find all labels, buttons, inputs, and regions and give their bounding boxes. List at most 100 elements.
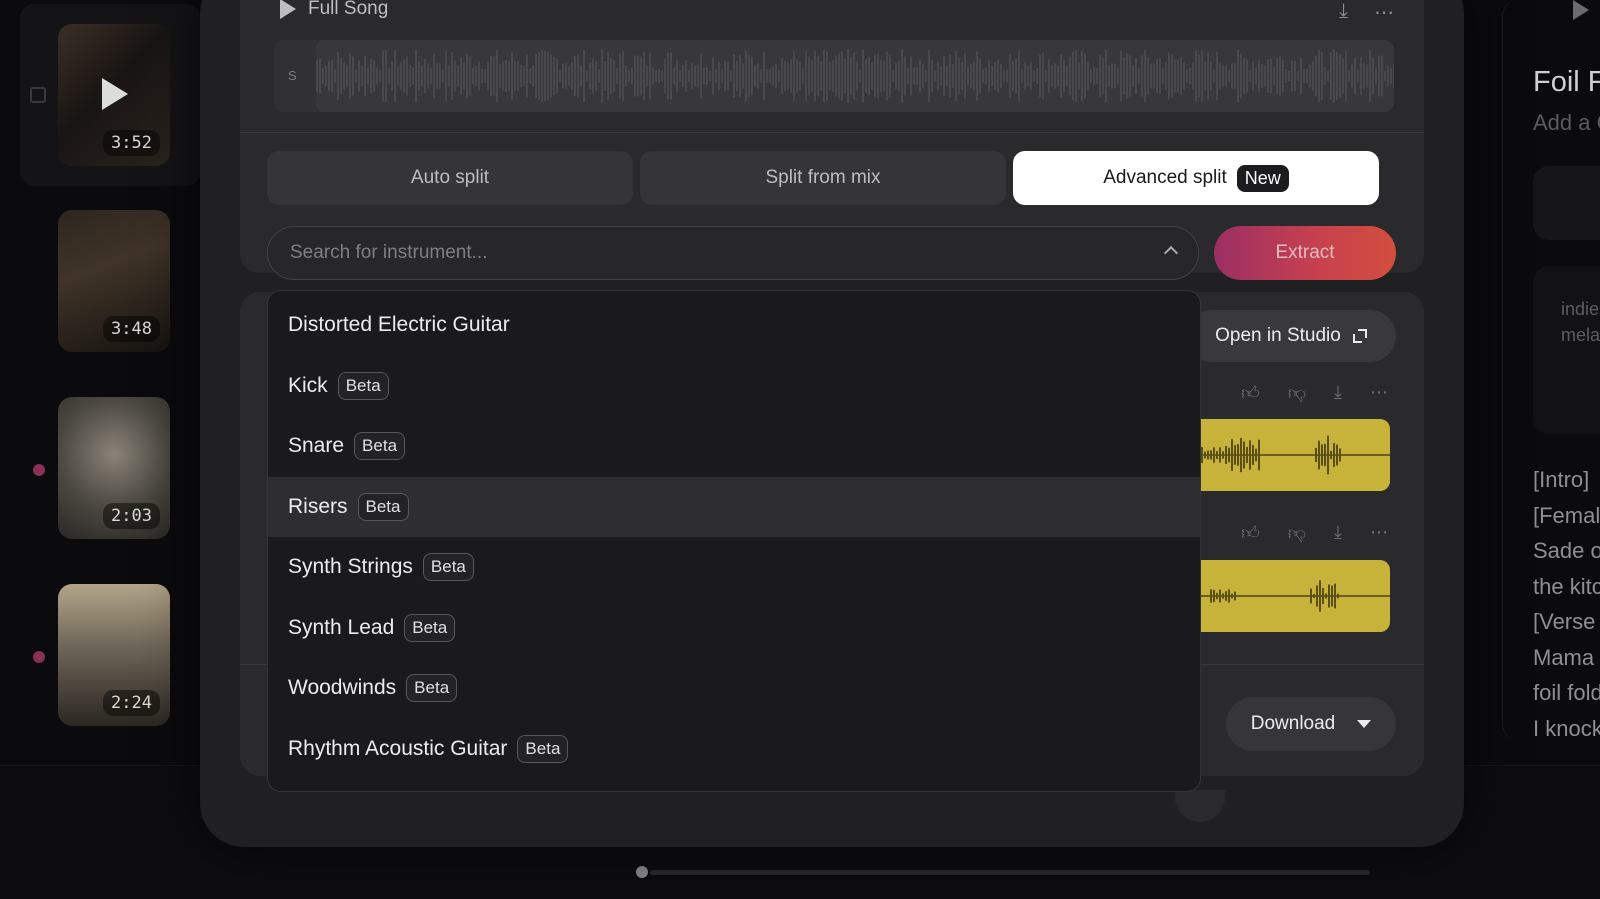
waveform-bar [856,61,858,91]
download-button[interactable]: Download [1226,697,1396,751]
tab-advanced-split[interactable]: Advanced split New [1013,151,1379,205]
download-icon[interactable]: ⤓ [1334,382,1342,404]
play-icon[interactable] [1573,0,1589,20]
waveform-bar [823,49,825,103]
lyrics-line: Sade o [1533,538,1600,563]
track-thumbnail[interactable]: 3:52 [58,24,170,166]
dropdown-option[interactable]: Synth Strings Beta [268,537,1200,598]
waveform-bar [1228,69,1230,83]
waveform-bar [1132,64,1134,88]
play-icon[interactable] [102,78,128,110]
waveform-bar [583,49,585,103]
waveform-bar [457,65,459,87]
waveform-bar [745,50,747,102]
option-label: Risers [288,494,348,518]
instrument-search[interactable] [267,226,1199,280]
waveform-bar [1201,50,1203,102]
dropdown-option[interactable]: Snare Beta [268,416,1200,477]
waveform-bar [1327,70,1329,82]
waveform-bar [757,63,759,89]
waveform-bar [433,53,435,99]
play-icon[interactable] [280,0,296,19]
search-input[interactable] [290,242,1176,264]
waveform-bar [1024,62,1026,90]
option-label: Synth Lead [288,615,395,639]
waveform-bar [1009,54,1011,98]
stem-waveform-bar [1231,593,1233,599]
more-icon[interactable]: ⋯ [1370,382,1388,404]
tab-auto-split[interactable]: Auto split [267,151,633,205]
stem-waveform-bar [1331,585,1333,607]
stem-waveform-graphic [1180,435,1341,475]
waveform-bar [808,56,810,96]
dropdown-option[interactable]: Distorted Electric Guitar [268,295,1200,356]
waveform-bar [766,69,768,83]
lyrics-line: I knock [1533,715,1600,741]
track-thumbnail[interactable]: 2:03 [58,397,170,539]
waveform-bar [1363,62,1365,90]
waveform-bar [1039,54,1041,98]
more-icon[interactable]: ⋯ [1370,522,1388,544]
waveform-bar [829,61,831,91]
more-icon[interactable]: ⋯ [1374,0,1394,25]
style-tag: indie [1561,299,1600,319]
waveform-bar [700,53,702,99]
play-button-partial[interactable] [1175,790,1225,822]
row-checkbox[interactable] [30,87,46,103]
waveform-bar [550,54,552,98]
dropdown-option-hovered[interactable]: Risers Beta [268,476,1200,537]
scrubber-handle[interactable] [636,866,648,878]
song-subtitle[interactable]: Add a C [1533,110,1600,136]
waveform-bar [562,63,564,89]
thumbs-down-icon[interactable]: 👎︎ [1288,522,1306,544]
waveform-bar [961,62,963,90]
waveform-bar [574,55,576,97]
beta-badge: Beta [404,613,456,642]
dropdown-option[interactable]: Kick Beta [268,356,1200,417]
waveform-bar [664,59,666,93]
thumbs-up-icon[interactable]: 👍︎ [1241,522,1260,544]
waveform-bar [940,66,942,86]
playback-scrubber[interactable] [650,870,1370,875]
dropdown-option[interactable]: Synth Lead Beta [268,598,1200,659]
waveform-bar [373,60,375,92]
waveform-bar [724,60,726,92]
extract-button[interactable]: Extract [1214,226,1396,280]
waveform-bar [919,59,921,93]
download-icon[interactable]: ⤓ [1334,522,1342,544]
thumbs-down-icon[interactable]: 👎︎ [1288,382,1306,404]
waveform-bar [1216,51,1218,101]
stem-waveform-bar [1315,447,1317,463]
waveform-bar [1072,51,1074,101]
thumbs-up-icon[interactable]: 👍︎ [1241,382,1260,404]
track-thumbnail[interactable]: 3:48 [58,210,170,352]
dropdown-option[interactable]: Woodwinds Beta [268,658,1200,719]
waveform-bar [841,50,843,102]
waveform-bar [520,65,522,87]
waveform-bar [592,58,594,94]
waveform-bar [619,53,621,99]
waveform-bar [334,69,336,83]
waveform-bar [415,49,417,103]
waveform-bar [541,49,543,103]
waveform-bar [454,60,456,92]
waveform-bar [463,62,465,90]
waveform-bar [535,54,537,98]
waveform-bar [1192,62,1194,90]
track-thumbnail[interactable]: 2:24 [58,584,170,726]
stem-waveform[interactable] [1180,419,1390,491]
caret-down-icon[interactable] [1357,720,1372,728]
waveform-bar [946,65,948,87]
waveform-bar [811,60,813,92]
waveform-bar [1165,62,1167,90]
tab-split-from-mix[interactable]: Split from mix [640,151,1006,205]
download-icon[interactable]: ⤓ [1339,0,1348,25]
waveform-bar [1093,66,1095,86]
full-song-waveform[interactable]: S [274,40,1394,112]
open-in-studio-button[interactable]: Open in Studio [1186,310,1396,362]
stem-waveform[interactable] [1180,560,1390,632]
lyrics-line: [Femal [1533,502,1600,528]
waveform-bar [571,62,573,90]
dropdown-option[interactable]: Rhythm Acoustic Guitar Beta [268,719,1200,780]
waveform-track[interactable] [316,40,1394,112]
